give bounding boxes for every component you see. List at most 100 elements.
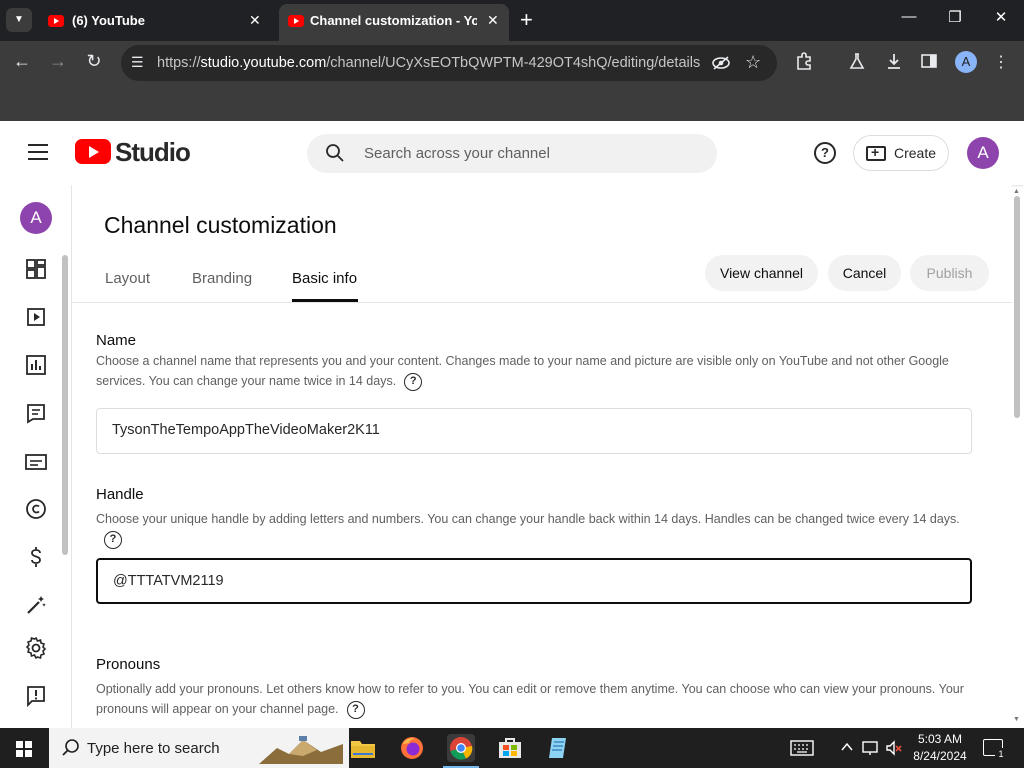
firefox-icon[interactable] [398, 734, 426, 762]
extensions-icon[interactable] [793, 52, 815, 75]
main-scrollbar[interactable] [1014, 196, 1020, 418]
tray-overflow-icon[interactable] [841, 740, 853, 757]
page-title: Channel customization [104, 212, 337, 238]
channel-avatar[interactable]: A [20, 202, 52, 234]
browser-tab-studio[interactable]: Channel customization - YouTube Studio ✕ [279, 4, 509, 41]
volume-muted-icon[interactable] [885, 740, 903, 759]
analytics-icon[interactable] [24, 353, 48, 377]
earn-icon[interactable] [24, 545, 48, 569]
browser-toolbar: ← → ↻ ☰ https://studio.youtube.com/chann… [0, 41, 1024, 85]
reload-icon[interactable]: ↻ [82, 51, 106, 72]
tab-title: Channel customization - YouTube Studio [310, 13, 477, 28]
windows-taskbar: Type here to search 5:03 AM 8/24/2024 1 [0, 728, 1024, 768]
side-panel-icon[interactable] [918, 52, 940, 75]
pronouns-section-title: Pronouns [96, 656, 161, 673]
more-vert-icon[interactable]: ⋮ [990, 52, 1012, 72]
handle-input[interactable] [113, 573, 953, 589]
url-prefix: https:// [157, 55, 201, 71]
keyboard-icon[interactable] [790, 740, 814, 759]
account-avatar[interactable]: A [967, 137, 999, 169]
comments-icon[interactable] [24, 401, 48, 425]
system-clock[interactable]: 5:03 AM 8/24/2024 [906, 731, 974, 765]
name-section-title: Name [96, 332, 137, 349]
tab-layout[interactable]: Layout [105, 270, 150, 287]
browser-tabstrip: ▼ (6) YouTube ✕ Channel customization - … [0, 0, 1024, 41]
tab-close-icon[interactable]: ✕ [249, 12, 261, 29]
tab-basic-info[interactable]: Basic info [292, 270, 357, 287]
main-content: Channel customization Layout Branding Ba… [72, 185, 1012, 728]
feedback-icon[interactable] [24, 684, 48, 708]
notification-count: 1 [995, 748, 1007, 760]
name-help-icon[interactable]: ? [404, 372, 423, 391]
tab-close-icon[interactable]: ✕ [487, 12, 499, 29]
clock-date: 8/24/2024 [913, 749, 967, 763]
tabs-divider [72, 302, 1012, 303]
search-input[interactable] [364, 142, 704, 164]
create-video-icon [866, 144, 886, 161]
file-explorer-icon[interactable] [349, 734, 377, 762]
copyright-icon[interactable] [24, 497, 48, 521]
search-highlight-icon [259, 736, 343, 764]
url-host: studio.youtube.com [200, 55, 327, 71]
network-icon[interactable] [862, 740, 880, 759]
settings-icon[interactable] [24, 636, 48, 660]
create-label: Create [894, 145, 937, 161]
restore-icon[interactable]: ❐ [940, 8, 970, 26]
labs-icon[interactable] [846, 52, 868, 75]
name-field[interactable] [96, 408, 972, 454]
handle-description-text: Choose your unique handle by adding lett… [96, 512, 960, 526]
subtitles-icon[interactable] [24, 450, 48, 474]
pronouns-description-text: Optionally add your pronouns. Let others… [96, 682, 964, 716]
star-icon[interactable]: ☆ [745, 52, 761, 73]
forward-icon[interactable]: → [46, 51, 70, 72]
publish-button[interactable]: Publish [910, 255, 989, 291]
youtube-favicon-icon [288, 15, 304, 27]
profile-icon[interactable]: A [955, 51, 977, 73]
help-icon[interactable]: ? [814, 142, 836, 164]
studio-sidebar: A [0, 185, 72, 728]
download-icon[interactable] [883, 52, 905, 75]
cancel-button[interactable]: Cancel [828, 255, 901, 291]
content-icon[interactable] [24, 305, 48, 329]
name-description: Choose a channel name that represents yo… [96, 351, 976, 391]
url-path: /channel/UCyXsEOTbQWPTM-429OT4shQ/editin… [326, 55, 701, 71]
view-channel-button[interactable]: View channel [705, 255, 818, 291]
eye-off-icon[interactable] [711, 53, 731, 78]
chrome-icon[interactable] [443, 734, 479, 768]
taskbar-search[interactable]: Type here to search [49, 728, 349, 768]
minimize-icon[interactable]: — [894, 8, 924, 25]
address-bar[interactable]: ☰ https://studio.youtube.com/channel/UCy… [121, 45, 777, 81]
new-tab-button[interactable]: + [520, 9, 533, 31]
windows-start-icon[interactable] [16, 741, 32, 757]
notepad-icon[interactable] [545, 734, 573, 762]
search-icon [62, 739, 79, 756]
browser-tab-youtube[interactable]: (6) YouTube ✕ [38, 0, 270, 41]
store-icon[interactable] [496, 734, 524, 762]
youtube-favicon-icon [48, 15, 64, 27]
menu-icon[interactable] [28, 144, 48, 160]
name-description-text: Choose a channel name that represents yo… [96, 354, 949, 388]
clock-time: 5:03 AM [917, 732, 963, 746]
handle-field[interactable] [96, 558, 972, 604]
logo-text: Studio [115, 137, 191, 167]
back-icon[interactable]: ← [10, 51, 34, 72]
name-input[interactable] [112, 422, 952, 438]
search-bar[interactable] [307, 134, 717, 173]
youtube-logo-icon [75, 139, 111, 164]
tab-list-icon[interactable]: ▼ [6, 8, 32, 32]
studio-header: Studio ? Create A [0, 121, 1024, 185]
window-close-icon[interactable]: ✕ [986, 8, 1016, 26]
pronouns-description: Optionally add your pronouns. Let others… [96, 679, 976, 719]
scroll-up-icon[interactable]: ▲ [1013, 188, 1020, 195]
scroll-down-icon[interactable]: ▼ [1013, 716, 1020, 723]
handle-help-icon[interactable]: ? [104, 530, 122, 549]
site-info-icon[interactable]: ☰ [131, 54, 144, 71]
pronouns-help-icon[interactable]: ? [346, 700, 365, 719]
search-icon[interactable] [325, 143, 345, 163]
url-text[interactable]: https://studio.youtube.com/channel/UCyXs… [157, 55, 700, 71]
sidebar-scrollbar[interactable] [62, 255, 68, 555]
dashboard-icon[interactable] [24, 257, 48, 281]
tab-branding[interactable]: Branding [192, 270, 252, 287]
customization-icon[interactable] [24, 593, 48, 617]
create-button[interactable]: Create [853, 135, 949, 171]
